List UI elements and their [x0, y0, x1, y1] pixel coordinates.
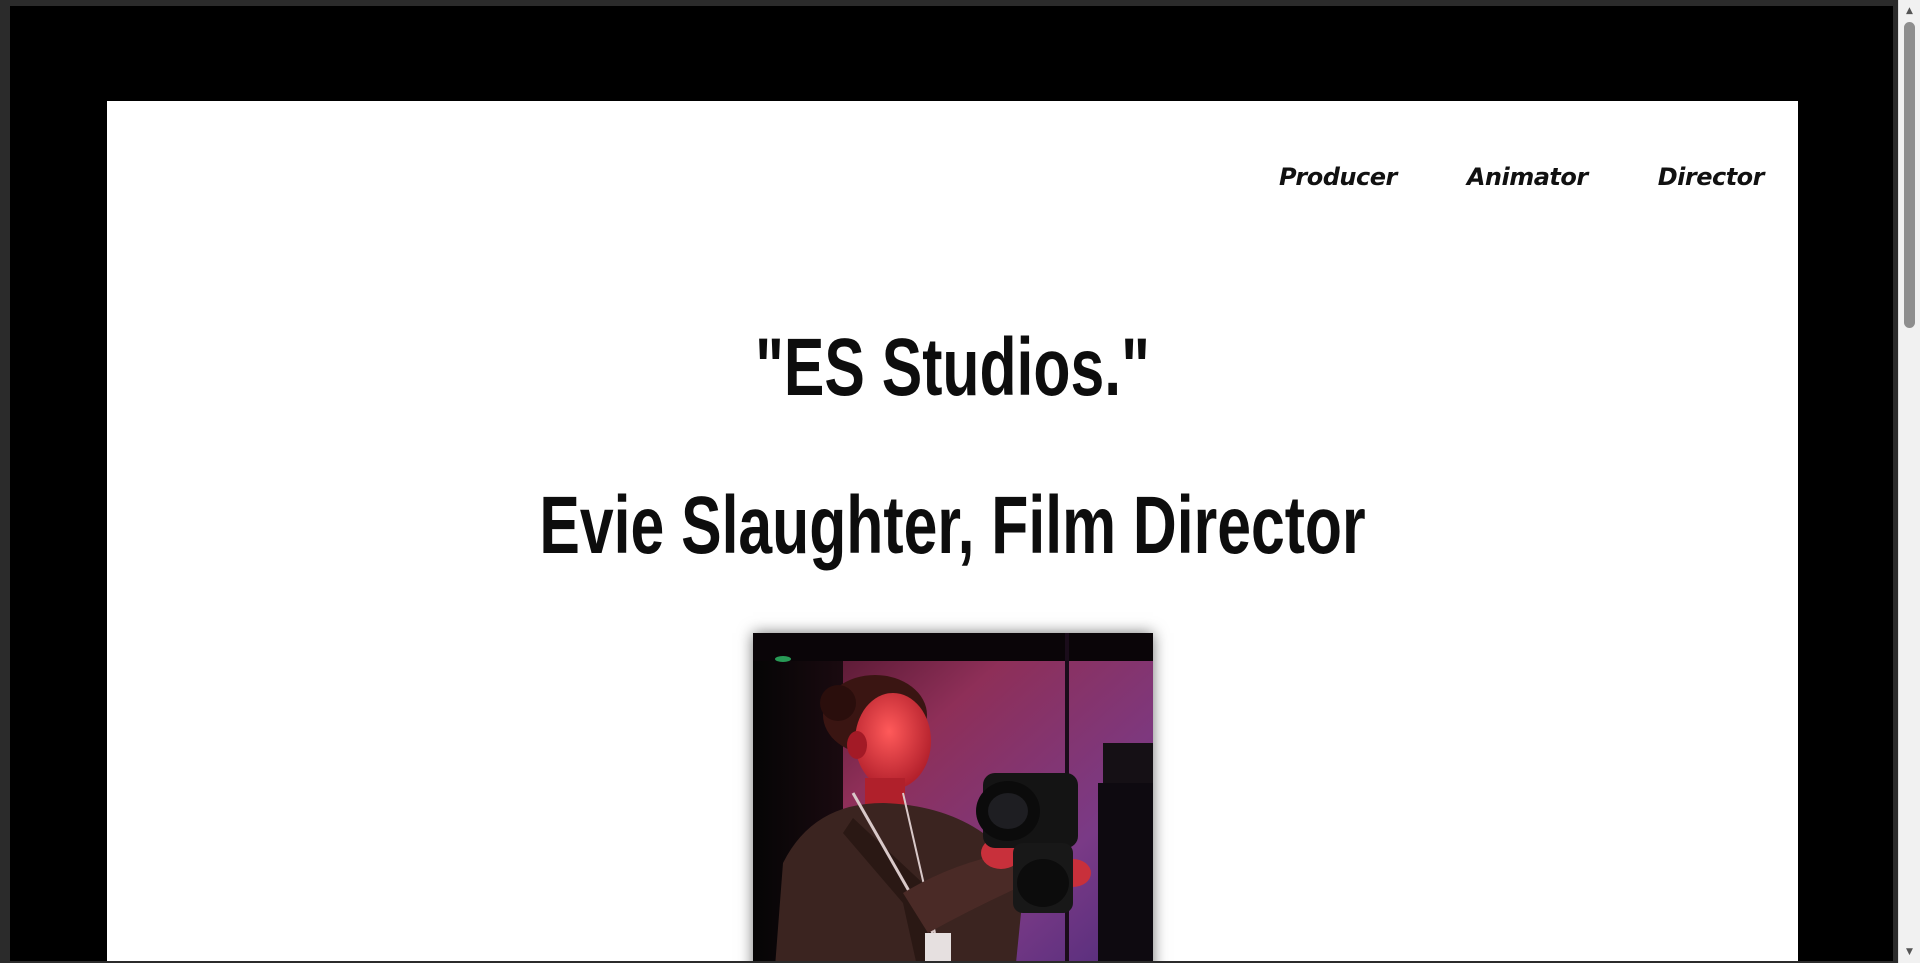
portrait-photo: [753, 633, 1153, 961]
top-navigation: Producer Animator Director: [1279, 163, 1764, 191]
scroll-up-icon[interactable]: ▲: [1899, 2, 1920, 20]
page-scrollbar[interactable]: ▲ ▼: [1898, 0, 1920, 963]
director-subtitle: Evie Slaughter, Film Director: [539, 480, 1366, 571]
page-frame: Producer Animator Director "ES Studios."…: [10, 6, 1893, 961]
nav-link-producer[interactable]: Producer: [1279, 163, 1397, 191]
nav-link-animator[interactable]: Animator: [1467, 163, 1588, 191]
studio-title: "ES Studios.": [755, 322, 1150, 413]
browser-viewport: Producer Animator Director "ES Studios."…: [0, 0, 1920, 963]
scroll-down-icon[interactable]: ▼: [1899, 943, 1920, 961]
nav-link-director[interactable]: Director: [1658, 163, 1765, 191]
scroll-thumb[interactable]: [1904, 22, 1915, 328]
content-card: Producer Animator Director "ES Studios."…: [107, 101, 1798, 961]
